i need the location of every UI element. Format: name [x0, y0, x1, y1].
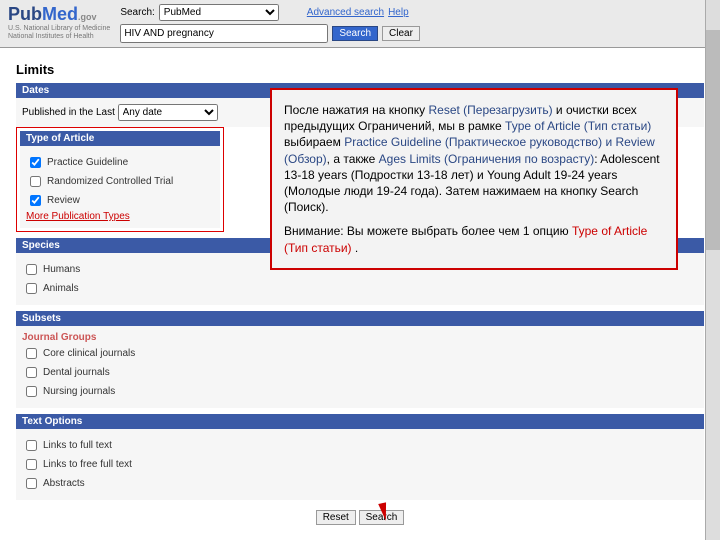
- search-label: Search:: [120, 7, 154, 18]
- logo-med: Med: [42, 4, 78, 24]
- lbl-rct: Randomized Controlled Trial: [47, 176, 173, 187]
- clear-button[interactable]: Clear: [382, 26, 420, 41]
- journal-groups: Journal Groups: [22, 332, 698, 343]
- pub-select[interactable]: Any date: [118, 104, 218, 121]
- lbl-free: Links to free full text: [43, 459, 132, 470]
- logo-sub2: National Institutes of Health: [8, 33, 110, 41]
- header: PubMed.gov U.S. National Library of Medi…: [0, 0, 720, 48]
- ck-rct[interactable]: [30, 176, 41, 187]
- pub-label: Published in the Last: [22, 107, 115, 118]
- logo: PubMed.gov U.S. National Library of Medi…: [8, 4, 110, 40]
- ck-review[interactable]: [30, 195, 41, 206]
- lbl-core: Core clinical journals: [43, 348, 135, 359]
- search-button[interactable]: Search: [332, 26, 378, 41]
- ck-abs[interactable]: [26, 478, 37, 489]
- lbl-animals: Animals: [43, 283, 79, 294]
- ck-dental[interactable]: [26, 367, 37, 378]
- lbl-review: Review: [47, 195, 80, 206]
- ck-animals[interactable]: [26, 283, 37, 294]
- type-bar: Type of Article: [20, 131, 220, 146]
- search-input[interactable]: [120, 24, 328, 43]
- ck-core[interactable]: [26, 348, 37, 359]
- lbl-full: Links to full text: [43, 440, 112, 451]
- lbl-abs: Abstracts: [43, 478, 85, 489]
- search-block: Search: PubMed Advanced search Help Sear…: [120, 4, 420, 43]
- logo-sub1: U.S. National Library of Medicine: [8, 25, 110, 33]
- ck-full[interactable]: [26, 440, 37, 451]
- scrollbar[interactable]: [705, 0, 720, 540]
- ck-free[interactable]: [26, 459, 37, 470]
- more-types-link[interactable]: More Publication Types: [26, 211, 214, 222]
- reset-button[interactable]: Reset: [316, 510, 356, 525]
- limits-title: Limits: [16, 62, 704, 77]
- lbl-humans: Humans: [43, 264, 80, 275]
- logo-gov: .gov: [78, 12, 97, 22]
- type-highlight: Type of Article Practice Guideline Rando…: [16, 127, 224, 232]
- db-select[interactable]: PubMed: [159, 4, 279, 21]
- scrollbar-thumb[interactable]: [706, 30, 720, 250]
- lbl-dental: Dental journals: [43, 367, 110, 378]
- tutorial-callout: После нажатия на кнопку Reset (Перезагру…: [270, 88, 678, 270]
- lbl-guideline: Practice Guideline: [47, 157, 128, 168]
- logo-pub: Pub: [8, 4, 42, 24]
- lbl-nursing: Nursing journals: [43, 386, 115, 397]
- text-bar: Text Options: [16, 414, 704, 429]
- ck-guideline[interactable]: [30, 157, 41, 168]
- help-link[interactable]: Help: [388, 7, 409, 18]
- ck-humans[interactable]: [26, 264, 37, 275]
- ck-nursing[interactable]: [26, 386, 37, 397]
- subsets-bar: Subsets: [16, 311, 704, 326]
- advanced-link[interactable]: Advanced search: [307, 7, 384, 18]
